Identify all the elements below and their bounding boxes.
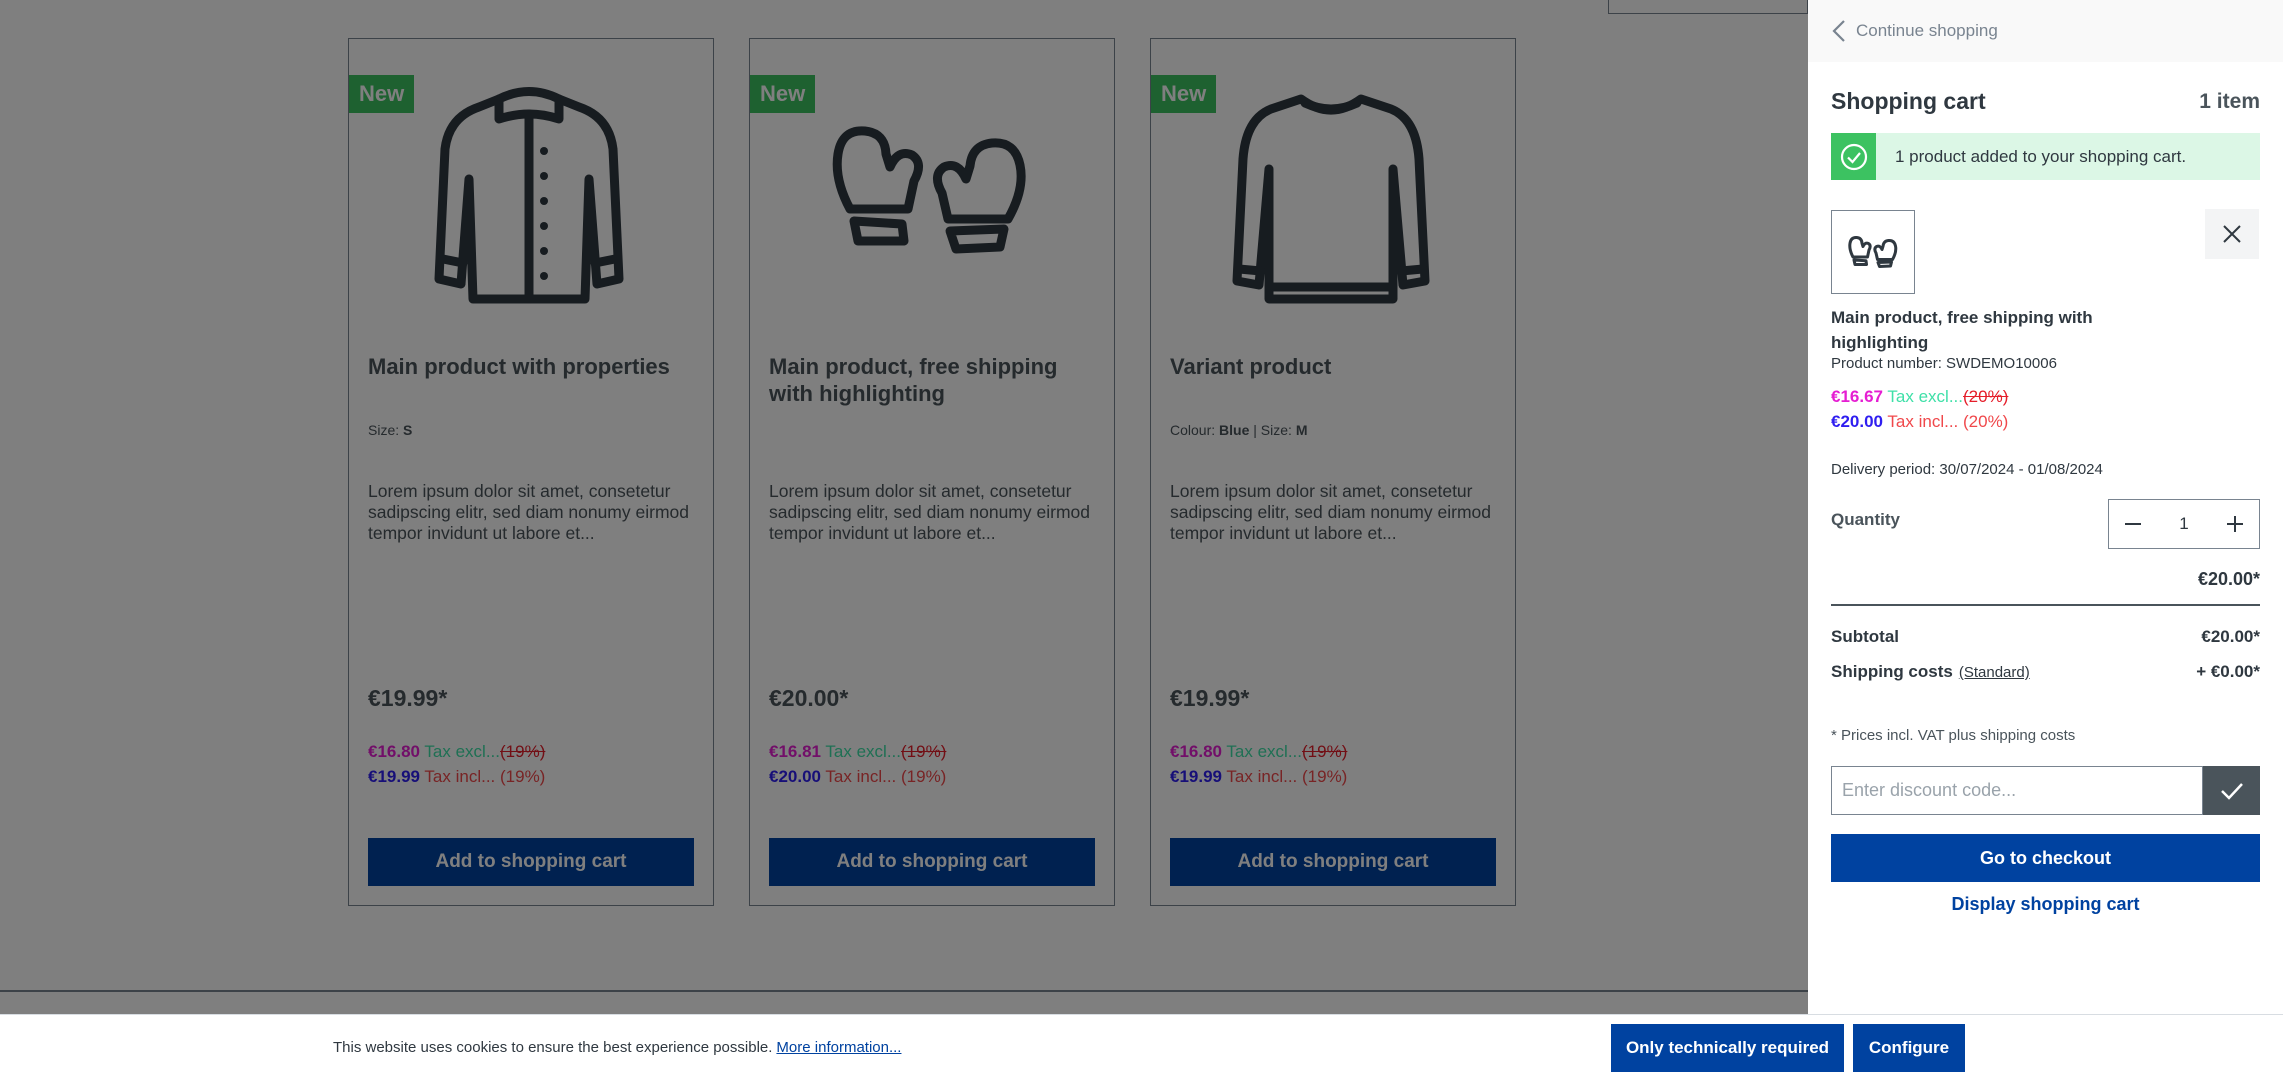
increase-quantity-button[interactable]: [2211, 500, 2259, 548]
minus-icon: [2125, 523, 2141, 525]
success-check-icon: [1831, 133, 1876, 180]
cookie-message: This website uses cookies to ensure the …: [333, 1039, 773, 1056]
subtotal-label: Subtotal: [1831, 627, 1899, 646]
vat-note: * Prices incl. VAT plus shipping costs: [1831, 727, 2076, 744]
decrease-quantity-button[interactable]: [2109, 500, 2157, 548]
tax-incl-label: Tax incl... (20%): [1887, 412, 2009, 431]
checkmark-icon: [2220, 782, 2243, 800]
only-required-cookies-button[interactable]: Only technically required: [1611, 1024, 1844, 1072]
remove-item-button[interactable]: [2205, 209, 2259, 259]
plus-icon: [2227, 516, 2243, 532]
shipping-value: + €0.00*: [2196, 662, 2260, 681]
line-item-name[interactable]: Main product, free shipping with highlig…: [1831, 305, 2131, 355]
cart-item-count: 1 item: [2199, 89, 2260, 113]
configure-cookies-button[interactable]: Configure: [1853, 1024, 1965, 1072]
discount-code-input[interactable]: [1831, 766, 2203, 815]
line-item-net-price: €16.67 Tax excl...(20%): [1831, 387, 2008, 407]
quantity-stepper: 1: [2108, 499, 2260, 549]
line-item-number: Product number: SWDEMO10006: [1831, 355, 2057, 372]
line-item-image[interactable]: [1831, 210, 1915, 294]
subtotal-value: €20.00*: [2201, 627, 2260, 646]
shipping-method-link[interactable]: (Standard): [1959, 664, 2030, 681]
chevron-left-icon: [1832, 20, 1845, 42]
summary-divider: [1831, 604, 2260, 606]
quantity-value[interactable]: 1: [2179, 514, 2188, 534]
cookie-text: This website uses cookies to ensure the …: [333, 1039, 901, 1056]
subtotal-row: Subtotal €20.00*: [1831, 627, 2260, 647]
backdrop-overlay[interactable]: [0, 0, 1808, 1080]
offcanvas-cart: Continue shopping Shopping cart 1 item 1…: [1808, 0, 2283, 1014]
tax-excl-label: Tax excl...: [1887, 387, 1964, 406]
line-item-total: €20.00*: [2197, 569, 2260, 589]
mittens-icon: [1848, 235, 1898, 268]
shipping-label: Shipping costs: [1831, 662, 1953, 681]
cookie-bar: This website uses cookies to ensure the …: [0, 1014, 2283, 1080]
cart-title: Shopping cart: [1831, 88, 1986, 114]
continue-shopping-label: Continue shopping: [1856, 21, 1998, 40]
gross-price: €20.00: [1831, 412, 1883, 431]
go-to-checkout-button[interactable]: Go to checkout: [1831, 834, 2260, 882]
delivery-period: Delivery period: 30/07/2024 - 01/08/2024: [1831, 461, 2103, 478]
tax-excl-rate: (20%): [1963, 387, 2009, 406]
alert-text: 1 product added to your shopping cart.: [1895, 146, 2187, 166]
continue-shopping-link[interactable]: Continue shopping: [1808, 0, 2283, 62]
discount-form: [1831, 766, 2260, 815]
apply-discount-button[interactable]: [2203, 766, 2260, 815]
display-cart-link[interactable]: Display shopping cart: [1831, 894, 2260, 915]
cookie-more-info-link[interactable]: More information...: [776, 1039, 901, 1056]
cart-header: Shopping cart 1 item: [1831, 88, 2260, 115]
quantity-label: Quantity: [1831, 510, 1900, 529]
shipping-row: Shipping costs (Standard) + €0.00*: [1831, 662, 2260, 682]
close-icon: [2223, 225, 2241, 243]
line-item-gross-price: €20.00 Tax incl... (20%): [1831, 412, 2008, 432]
net-price: €16.67: [1831, 387, 1883, 406]
success-alert: 1 product added to your shopping cart.: [1831, 133, 2260, 180]
